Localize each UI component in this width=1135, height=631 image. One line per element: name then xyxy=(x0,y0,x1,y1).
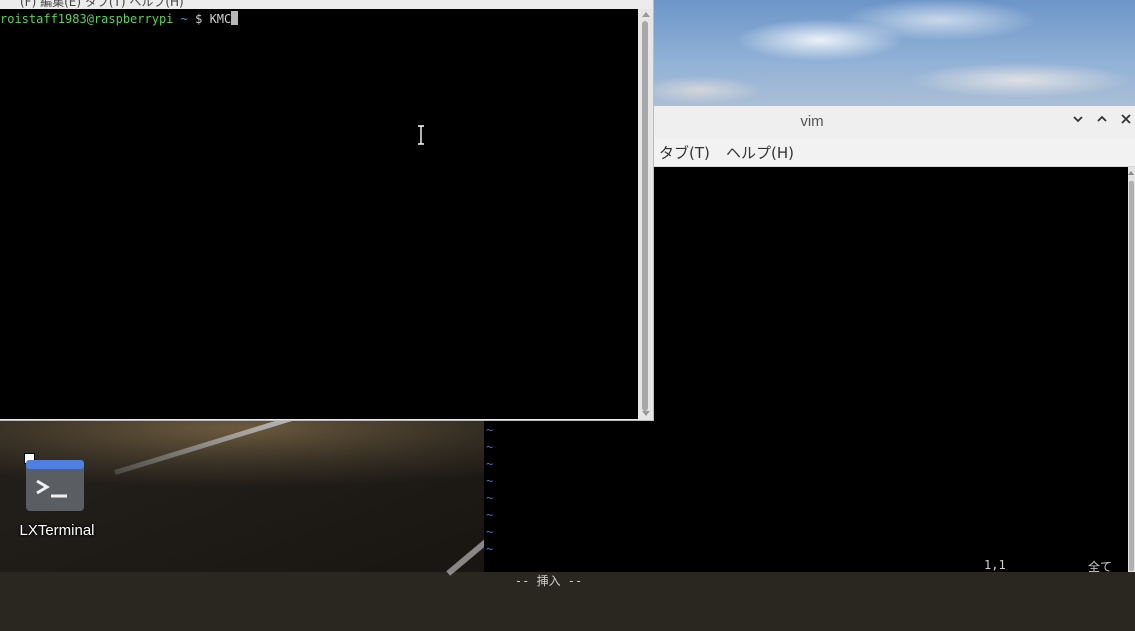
close-icon xyxy=(1121,114,1131,124)
prompt-symbol: $ xyxy=(195,12,203,26)
chevron-up-icon xyxy=(1097,115,1107,122)
command-input-text: KMC xyxy=(209,12,232,26)
terminal-text-area[interactable]: roistaff1983@raspberrypi ~ $ KMC xyxy=(0,9,638,419)
text-cursor xyxy=(231,11,239,25)
scroll-percentage: 全て xyxy=(1088,560,1113,574)
empty-line-tilde: ~ xyxy=(486,474,494,488)
ibeam-cursor-icon xyxy=(418,125,424,145)
cursor-position: 1,1 xyxy=(984,558,1006,572)
empty-line-tilde: ~ xyxy=(486,525,494,539)
vim-window-title: vim xyxy=(800,113,824,130)
empty-line-tilde: ~ xyxy=(486,542,494,556)
minimize-button[interactable] xyxy=(1068,112,1088,132)
maximize-button[interactable] xyxy=(1092,112,1112,132)
scroll-up-arrow-icon[interactable] xyxy=(642,12,650,17)
empty-line-tilde: ~ xyxy=(486,423,494,437)
empty-line-tilde: ~ xyxy=(486,457,494,471)
scroll-up-arrow-icon[interactable] xyxy=(1128,171,1134,175)
chevron-down-icon xyxy=(1073,116,1083,123)
vim-scrollbar[interactable] xyxy=(1128,167,1135,572)
vim-menubar: タブ(T) ヘルプ(H) xyxy=(653,138,1135,167)
desktop-icon-label: LXTerminal xyxy=(19,522,95,539)
vim-titlebar[interactable]: vim xyxy=(653,106,1135,139)
menu-item-tab[interactable]: タブ(T) xyxy=(659,142,710,163)
scroll-down-arrow-icon[interactable] xyxy=(642,411,650,416)
terminal-menu-labels[interactable]: (F) 編集(E) タブ(T) ヘルプ(H) xyxy=(20,0,184,9)
empty-line-tilde: ~ xyxy=(486,491,494,505)
terminal-scrollbar[interactable] xyxy=(638,9,653,419)
vim-mode-indicator: -- 挿入 -- xyxy=(514,574,583,588)
close-button[interactable] xyxy=(1116,112,1135,132)
terminal-menubar: (F) 編集(E) タブ(T) ヘルプ(H) xyxy=(0,0,653,9)
menu-item-help[interactable]: ヘルプ(H) xyxy=(726,142,794,163)
scrollbar-thumb[interactable] xyxy=(1129,181,1134,571)
vim-text-area[interactable]: ~ ~ ~ ~ ~ ~ ~ ~ -- 挿入 -- 1,1 全て xyxy=(484,420,1128,588)
desktop-icon-lxterminal[interactable]: LXTerminal xyxy=(14,453,102,545)
empty-line-tilde: ~ xyxy=(486,440,494,454)
prompt-line: roistaff1983@raspberrypi ~ $ KMC xyxy=(0,11,239,27)
empty-line-tilde: ~ xyxy=(486,508,494,522)
prompt-path: ~ xyxy=(180,12,188,26)
prompt-user-host: roistaff1983@raspberrypi xyxy=(0,12,174,26)
terminal-icon xyxy=(26,460,84,511)
terminal-window: (F) 編集(E) タブ(T) ヘルプ(H) roistaff1983@rasp… xyxy=(0,0,654,421)
scrollbar-thumb[interactable] xyxy=(642,21,648,411)
